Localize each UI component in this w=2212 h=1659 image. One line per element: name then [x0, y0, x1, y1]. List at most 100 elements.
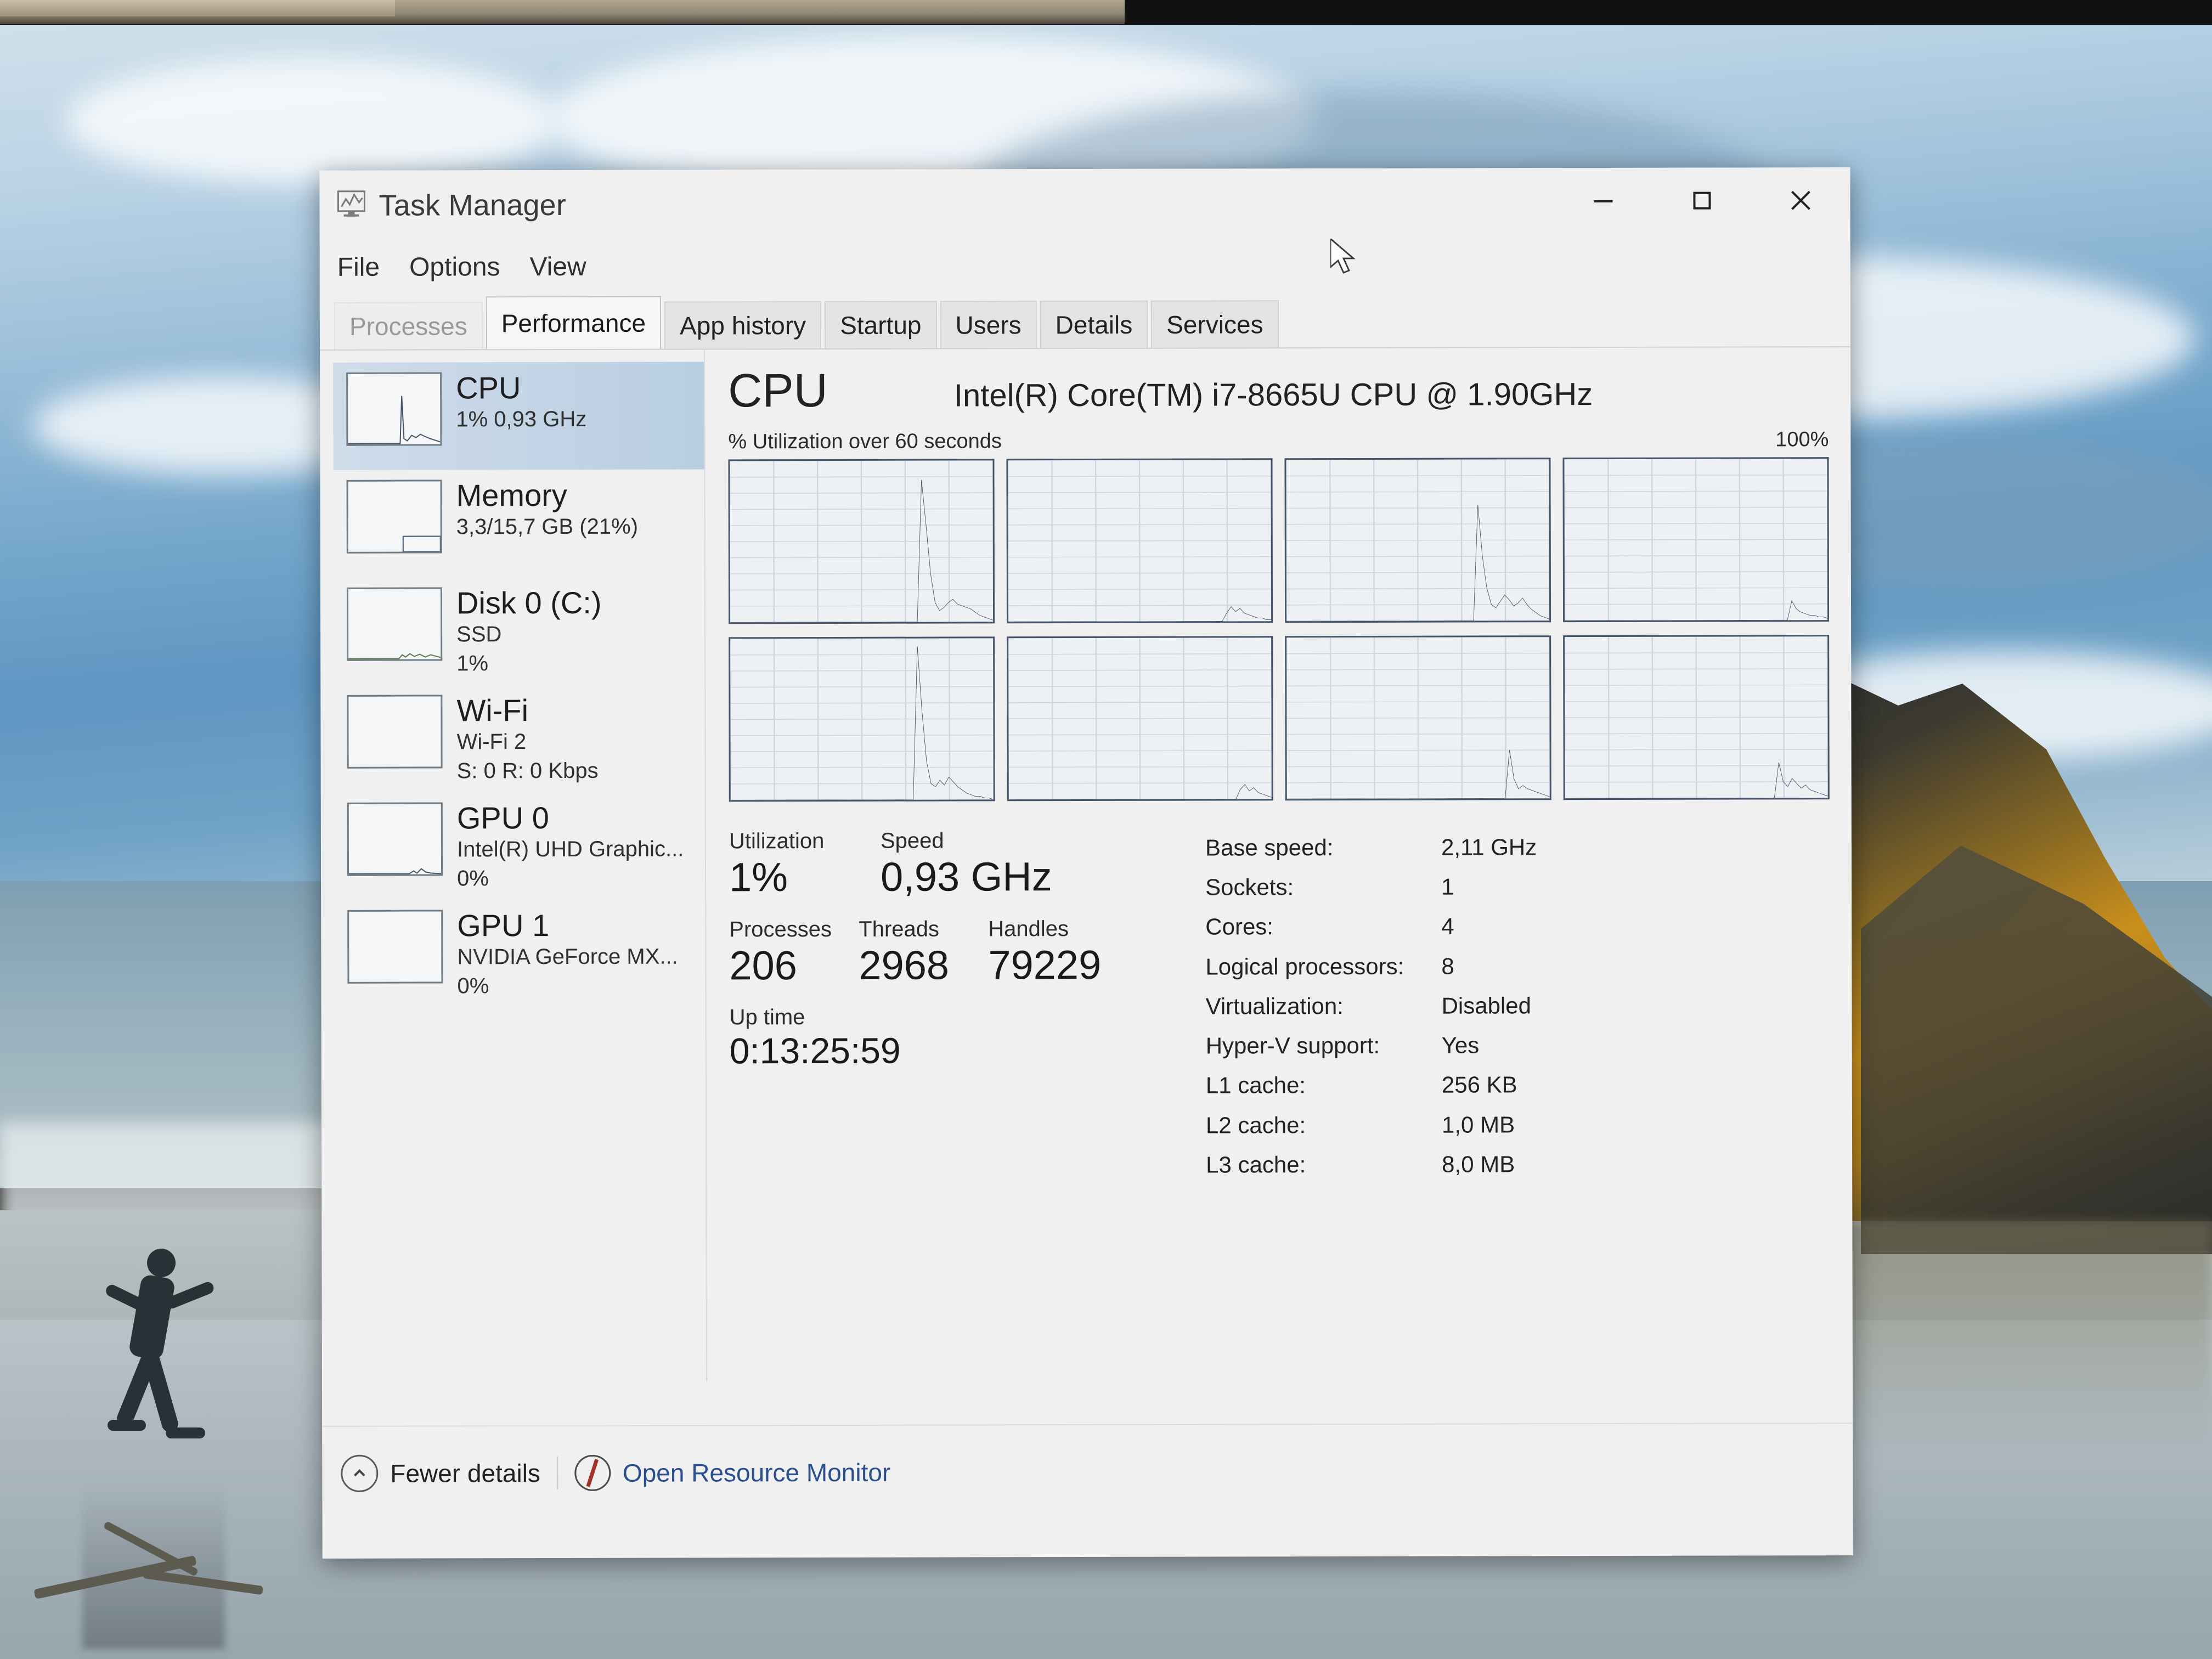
tab-details[interactable]: Details: [1040, 300, 1148, 348]
menu-bar: File Options View: [320, 239, 1850, 292]
cpu-core-graph[interactable]: [1285, 635, 1551, 801]
sidebar-item-cpu[interactable]: CPU 1% 0,93 GHz: [333, 362, 704, 470]
cpu-spec-list: Base speed: 2,11 GHz Sockets: 1 Cores: 4 Logic…: [1205, 827, 1830, 1184]
spec-row: L2 cache: 1,0 MB: [1206, 1104, 1830, 1146]
task-manager-window: Task Manager File Options View Processes…: [319, 167, 1853, 1559]
stat-label: Threads: [859, 917, 940, 941]
open-resource-monitor-link[interactable]: Open Resource Monitor: [574, 1454, 890, 1491]
wallpaper-driftwood: [33, 1521, 264, 1605]
spec-key: Cores:: [1205, 913, 1273, 940]
stat-label: Up time: [729, 1005, 805, 1030]
sidebar-item-label: CPU: [456, 370, 521, 405]
cpu-header: CPU Intel(R) Core(TM) i7-8665U CPU @ 1.9…: [728, 362, 1829, 418]
sidebar-item-sub1: NVIDIA GeForce MX...: [457, 944, 678, 969]
cpu-core-graph[interactable]: [1562, 457, 1830, 623]
window-body: CPU 1% 0,93 GHz Memory 3,3/15,7 GB (21%): [320, 347, 1853, 1426]
spec-key: L1 cache:: [1205, 1072, 1306, 1098]
sidebar-item-memory[interactable]: Memory 3,3/15,7 GB (21%): [333, 469, 704, 577]
spec-row: Logical processors: 8: [1205, 946, 1830, 987]
menu-item-file[interactable]: File: [337, 252, 380, 282]
logical-processor-graphs[interactable]: [728, 457, 1830, 802]
wifi-thumbnail-graph: [347, 695, 443, 769]
cpu-core-graph[interactable]: [728, 459, 995, 624]
chevron-up-icon: [341, 1454, 379, 1492]
stat-label: Speed: [880, 828, 944, 853]
spec-value: 4: [1441, 913, 1454, 940]
wallpaper-runner: [82, 1249, 225, 1479]
sidebar-item-sub1: Intel(R) UHD Graphic...: [456, 837, 684, 862]
spec-value: 2,11 GHz: [1441, 834, 1537, 860]
graph-max-label: 100%: [1775, 428, 1829, 452]
tab-startup[interactable]: Startup: [825, 301, 937, 348]
spec-key: Logical processors:: [1205, 953, 1404, 980]
stat-value: 206: [729, 942, 797, 989]
spec-row: Base speed: 2,11 GHz: [1205, 827, 1830, 868]
stat-value: 79229: [988, 941, 1102, 988]
cpu-core-graph[interactable]: [1563, 635, 1830, 800]
footer-separator: [556, 1457, 558, 1490]
sidebar-item-sub1: 1% 0,93 GHz: [456, 407, 587, 432]
stat-utilization: Utilization 1%: [729, 829, 861, 900]
cpu-detail-panel: CPU Intel(R) Core(TM) i7-8665U CPU @ 1.9…: [704, 347, 1853, 1425]
sidebar-item-label: Wi-Fi: [456, 693, 529, 728]
menu-item-options[interactable]: Options: [409, 252, 500, 282]
close-button[interactable]: [1751, 167, 1850, 233]
spec-value: 8: [1441, 953, 1454, 979]
cpu-model-label: Intel(R) Core(TM) i7-8665U CPU @ 1.90GHz: [953, 376, 1593, 414]
stat-label: Handles: [988, 916, 1069, 941]
wallpaper-cliff-reflection: [1806, 1221, 2212, 1452]
desk-surface-highlight: [0, 0, 395, 16]
cpu-core-graph[interactable]: [1284, 458, 1551, 623]
tab-processes[interactable]: Processes: [334, 302, 483, 349]
cpu-thumbnail-graph: [346, 372, 442, 446]
resource-sidebar: CPU 1% 0,93 GHz Memory 3,3/15,7 GB (21%): [320, 349, 706, 1425]
graph-legend: % Utilization over 60 seconds 100%: [728, 428, 1829, 454]
sidebar-item-gpu-0[interactable]: GPU 0 Intel(R) UHD Graphic... 0%: [334, 792, 705, 900]
cloud: [66, 58, 560, 184]
tab-strip: Processes Performance App history Startu…: [319, 289, 1851, 351]
sidebar-item-label: GPU 0: [456, 800, 549, 836]
stat-value: 1%: [729, 854, 788, 900]
spec-value: 8,0 MB: [1442, 1151, 1515, 1177]
tab-performance[interactable]: Performance: [486, 296, 662, 349]
memory-thumbnail-graph: [346, 479, 442, 554]
cpu-stats-left: Utilization 1% Speed 0,93 GHz Processes …: [729, 828, 1180, 1186]
menu-item-view[interactable]: View: [529, 251, 586, 281]
gpu0-thumbnail-graph: [347, 802, 443, 876]
cpu-stats: Utilization 1% Speed 0,93 GHz Processes …: [729, 827, 1830, 1186]
spec-value: 1: [1441, 873, 1454, 900]
spec-row: Virtualization: Disabled: [1205, 985, 1830, 1026]
spec-key: L2 cache:: [1205, 1111, 1306, 1138]
sidebar-item-gpu-1[interactable]: GPU 1 NVIDIA GeForce MX... 0%: [334, 899, 705, 1007]
stat-label: Processes: [729, 917, 832, 942]
sidebar-item-sub2: 1%: [456, 651, 489, 676]
stat-value: 0:13:25:59: [729, 1030, 901, 1071]
stat-value: 0,93 GHz: [880, 854, 1052, 900]
spec-key: Hyper-V support:: [1205, 1032, 1380, 1059]
sidebar-item-wifi[interactable]: Wi-Fi Wi-Fi 2 S: 0 R: 0 Kbps: [334, 684, 704, 792]
minimize-button[interactable]: [1554, 168, 1652, 234]
sidebar-item-label: Disk 0 (C:): [456, 585, 602, 620]
spec-value: 256 KB: [1441, 1071, 1517, 1098]
spec-key: Base speed:: [1205, 834, 1334, 861]
fewer-details-label: Fewer details: [390, 1459, 540, 1488]
sidebar-item-disk-0[interactable]: Disk 0 (C:) SSD 1%: [334, 577, 704, 685]
maximize-button[interactable]: [1652, 167, 1751, 233]
spec-value: 1,0 MB: [1441, 1111, 1515, 1138]
page-title: CPU: [728, 364, 828, 417]
open-resource-monitor-label: Open Resource Monitor: [622, 1458, 891, 1487]
spec-row: L3 cache: 8,0 MB: [1206, 1144, 1830, 1185]
cpu-core-graph[interactable]: [1007, 636, 1273, 802]
resource-monitor-icon: [574, 1454, 611, 1491]
tab-services[interactable]: Services: [1151, 300, 1279, 348]
spec-key: Virtualization:: [1205, 992, 1344, 1019]
fewer-details-button[interactable]: Fewer details: [341, 1454, 540, 1492]
cpu-core-graph[interactable]: [729, 636, 995, 802]
window-title: Task Manager: [379, 188, 567, 222]
sidebar-item-sub2: 0%: [457, 974, 489, 998]
sidebar-item-sub2: S: 0 R: 0 Kbps: [456, 758, 599, 783]
tab-users[interactable]: Users: [940, 301, 1037, 348]
cpu-core-graph[interactable]: [1006, 458, 1273, 624]
tab-app-history[interactable]: App history: [664, 301, 822, 349]
stat-label: Utilization: [729, 829, 825, 854]
